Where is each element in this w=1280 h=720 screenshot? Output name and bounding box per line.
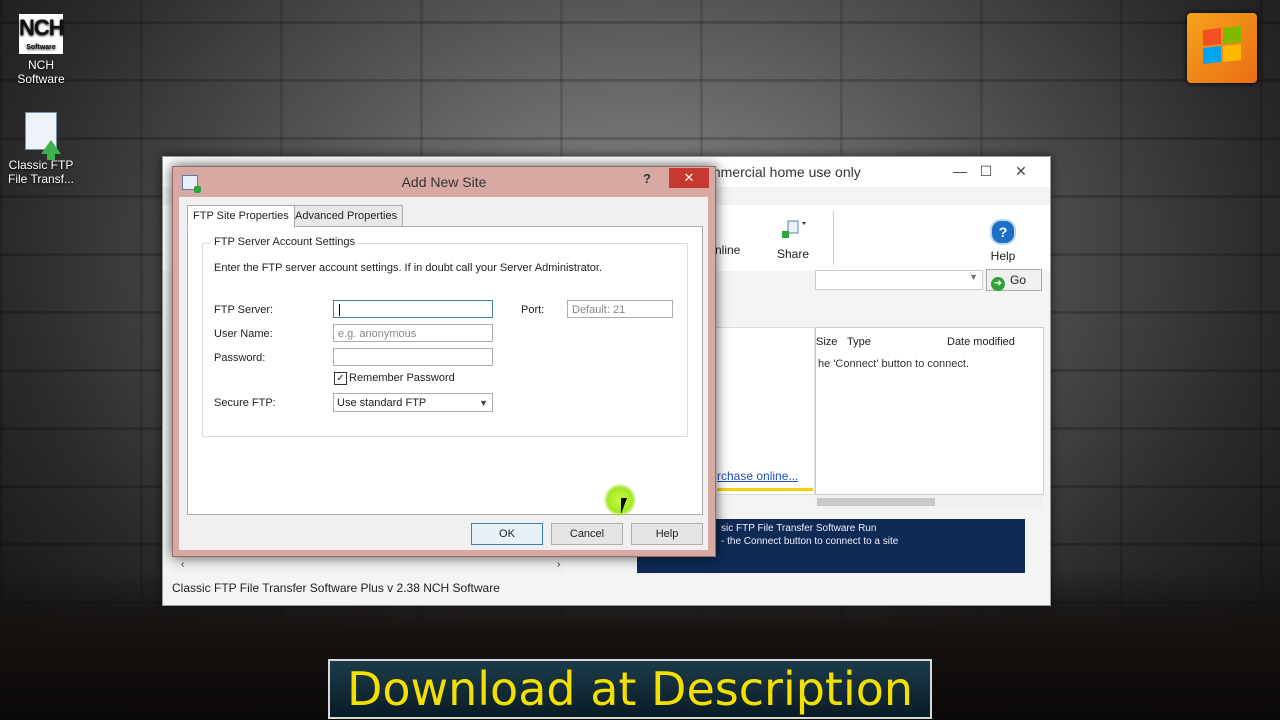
- text-caret: [339, 304, 340, 316]
- cancel-button[interactable]: Cancel: [551, 523, 623, 545]
- maximize-button[interactable]: ☐: [971, 160, 1001, 182]
- toolbar-share-label: Share: [776, 247, 810, 261]
- user-name-input[interactable]: e.g. anonymous: [333, 324, 493, 342]
- main-window-title: mmercial home use only: [709, 164, 861, 180]
- remember-password-label[interactable]: Remember Password: [349, 372, 455, 384]
- desktop-icon-label: Classic FTP: [8, 158, 74, 172]
- help-icon: ?: [990, 219, 1016, 245]
- file-list-hint: he 'Connect' button to connect.: [818, 358, 969, 370]
- desktop-icon-nch[interactable]: NCH Software NCH Software: [6, 14, 76, 86]
- password-label: Password:: [214, 352, 266, 364]
- user-name-label: User Name:: [214, 328, 273, 340]
- go-label: Go: [1010, 273, 1027, 287]
- toolbar-divider: [833, 211, 834, 265]
- chevron-right-icon[interactable]: ›: [557, 559, 560, 570]
- port-label: Port:: [521, 304, 545, 316]
- chevron-left-icon[interactable]: ‹: [181, 559, 184, 570]
- go-button[interactable]: ➜ Go: [986, 269, 1042, 291]
- mouse-cursor-icon: [621, 498, 633, 514]
- column-header-size[interactable]: Size: [816, 336, 837, 348]
- toolbar-help-label: Help: [990, 249, 1016, 263]
- secure-ftp-label: Secure FTP:: [214, 397, 276, 409]
- group-label: FTP Server Account Settings: [211, 236, 359, 248]
- desktop-icon-label: Software: [17, 72, 65, 86]
- ftp-server-label: FTP Server:: [214, 304, 274, 316]
- address-bar[interactable]: ▼: [815, 270, 983, 290]
- banner-text: Download at Description: [346, 662, 914, 716]
- tab-ftp-site-properties[interactable]: FTP Site Properties: [187, 205, 295, 228]
- dialog-help-button[interactable]: ?: [643, 171, 651, 186]
- nch-logo-icon: NCH Software: [19, 14, 65, 54]
- download-banner: Download at Description: [328, 659, 932, 719]
- classic-ftp-icon: [21, 110, 61, 160]
- left-horizontal-scrollbar[interactable]: ‹ ›: [171, 559, 563, 573]
- column-header-date-modified[interactable]: Date modified: [947, 336, 1015, 348]
- highlight-bar: [717, 488, 813, 491]
- ok-button[interactable]: OK: [471, 523, 543, 545]
- chevron-down-icon: ▼: [969, 272, 978, 282]
- windows-logo-icon: [1187, 13, 1257, 83]
- tab-advanced-properties[interactable]: Advanced Properties: [289, 205, 404, 227]
- instructions-text: Enter the FTP server account settings. I…: [214, 262, 603, 274]
- purchase-link[interactable]: rchase online...: [717, 469, 798, 483]
- secure-ftp-selected: Use standard FTP: [337, 397, 427, 409]
- dialog-title-bar: Add New Site ? ✕: [173, 167, 715, 195]
- share-icon: [780, 219, 806, 243]
- remember-password-checkbox[interactable]: ✓: [334, 372, 347, 385]
- close-button[interactable]: ✕: [1006, 160, 1036, 182]
- horizontal-scrollbar[interactable]: [815, 495, 1042, 509]
- ftp-server-input[interactable]: [333, 300, 493, 318]
- dialog-close-button[interactable]: ✕: [669, 168, 709, 188]
- desktop-icon-label: NCH: [28, 58, 54, 72]
- file-list[interactable]: Size Type Date modified he 'Connect' but…: [815, 327, 1044, 495]
- toolbar-help-button[interactable]: ? Help: [987, 219, 1019, 263]
- desktop-icon-classic-ftp[interactable]: Classic FTP File Transf...: [6, 110, 76, 186]
- secure-ftp-select[interactable]: Use standard FTP ▼: [333, 393, 493, 412]
- help-button[interactable]: Help: [631, 523, 703, 545]
- scrollbar-thumb[interactable]: [817, 498, 935, 506]
- nch-logo-subtext: Software: [26, 44, 56, 51]
- account-settings-group: FTP Server Account Settings Enter the FT…: [202, 236, 688, 437]
- dialog-title: Add New Site: [401, 174, 487, 190]
- toolbar-online-button[interactable]: nline: [715, 243, 740, 257]
- nch-logo-text: NCH: [19, 15, 65, 40]
- toolbar-online-label: nline: [715, 243, 741, 257]
- arrow-right-icon: ➜: [991, 277, 1005, 291]
- port-input[interactable]: Default: 21: [567, 300, 673, 318]
- desktop-icon-label: File Transf...: [7, 172, 75, 186]
- column-header-type[interactable]: Type: [847, 336, 871, 348]
- tab-page: FTP Server Account Settings Enter the FT…: [187, 226, 703, 515]
- toolbar-share-button[interactable]: Share: [775, 219, 811, 261]
- status-bar-text: Classic FTP File Transfer Software Plus …: [172, 581, 500, 595]
- password-input[interactable]: [333, 348, 493, 366]
- chevron-down-icon: ▼: [479, 398, 488, 408]
